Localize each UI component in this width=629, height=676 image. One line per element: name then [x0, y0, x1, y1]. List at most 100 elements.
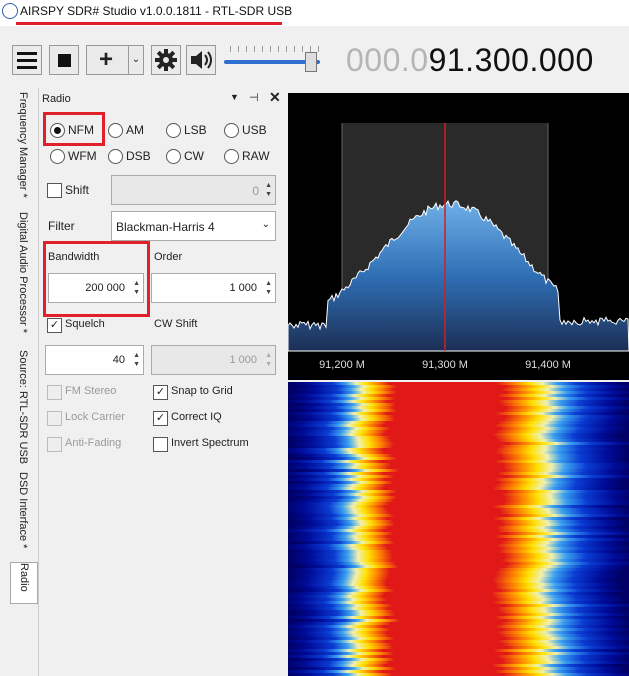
- waterfall-row: [291, 436, 620, 439]
- snap-to-grid-checkbox[interactable]: ✓: [153, 385, 168, 400]
- volume-tick: [262, 46, 263, 52]
- waterfall-row: [294, 418, 629, 421]
- waterfall-row: [291, 454, 628, 457]
- mode-dsb-label: DSB: [126, 149, 151, 163]
- waterfall-row: [294, 610, 625, 613]
- waterfall-display[interactable]: [288, 382, 629, 676]
- waterfall-row: [288, 511, 629, 514]
- waterfall-row: [289, 559, 629, 562]
- mode-cw-radio[interactable]: [166, 149, 181, 164]
- waterfall-row: [293, 613, 629, 616]
- stop-button[interactable]: [49, 45, 79, 75]
- waterfall-row: [288, 478, 625, 481]
- tab-dsd-interface[interactable]: DSD Interface *: [10, 472, 36, 556]
- order-input[interactable]: 1 000 ▲ ▼: [151, 273, 276, 303]
- mode-usb-label: USB: [242, 123, 267, 137]
- mode-am-radio[interactable]: [108, 123, 123, 138]
- waterfall-row: [297, 403, 626, 406]
- waterfall-row: [288, 640, 629, 643]
- invert-spectrum-label: Invert Spectrum: [171, 437, 249, 449]
- menu-button[interactable]: [12, 45, 42, 75]
- settings-button[interactable]: [151, 45, 181, 75]
- close-icon[interactable]: ✕: [269, 89, 281, 106]
- waterfall-row: [291, 550, 626, 553]
- gear-icon: [155, 49, 177, 71]
- waterfall-row: [288, 607, 626, 610]
- mode-lsb-label: LSB: [184, 123, 207, 137]
- tab-source-rtl-sdr[interactable]: Source: RTL-SDR USB: [10, 350, 36, 464]
- snap-to-grid-label: Snap to Grid: [171, 385, 233, 397]
- tab-digital-audio-processor[interactable]: Digital Audio Processor *: [10, 212, 36, 342]
- waterfall-row: [288, 430, 627, 433]
- squelch-checkbox[interactable]: ✓: [47, 318, 62, 333]
- audio-button[interactable]: [186, 45, 216, 75]
- mode-dsb-radio[interactable]: [108, 149, 123, 164]
- waterfall-row: [294, 481, 624, 484]
- waterfall-row: [289, 556, 629, 559]
- waterfall-row: [288, 532, 629, 535]
- waterfall-row: [294, 523, 629, 526]
- correct-iq-checkbox[interactable]: ✓: [153, 411, 168, 426]
- title-highlight: [16, 22, 282, 25]
- add-dropdown-button[interactable]: ⌄: [128, 45, 144, 75]
- waterfall-row: [288, 502, 629, 505]
- waterfall-row: [288, 649, 624, 652]
- window-title: AIRSPY SDR# Studio v1.0.0.1811 - RTL-SDR…: [20, 4, 293, 18]
- airspy-logo-icon: [2, 3, 18, 19]
- panel-menu-icon[interactable]: ▼: [230, 92, 239, 102]
- spectrum-analyzer[interactable]: 91,200 M 91,300 M 91,400 M: [288, 93, 629, 380]
- waterfall-row: [297, 667, 627, 670]
- waterfall-row: [289, 574, 622, 577]
- waterfall-row: [288, 529, 629, 532]
- mode-raw-radio[interactable]: [224, 149, 239, 164]
- filter-select[interactable]: Blackman-Harris 4 ⌄: [111, 211, 276, 241]
- waterfall-row: [288, 472, 629, 475]
- axis-label-91300: 91,300 M: [422, 359, 468, 371]
- waterfall-row: [293, 388, 628, 391]
- waterfall-row: [288, 466, 629, 469]
- waterfall-row: [288, 670, 627, 673]
- waterfall-row: [288, 517, 619, 520]
- mode-usb-radio[interactable]: [224, 123, 239, 138]
- pin-icon[interactable]: ⊣: [249, 91, 259, 104]
- waterfall-row: [293, 520, 627, 523]
- volume-tick: [230, 46, 231, 52]
- add-button[interactable]: +: [86, 45, 132, 75]
- invert-spectrum-checkbox[interactable]: [153, 437, 168, 452]
- waterfall-row: [300, 565, 629, 568]
- waterfall-row: [288, 652, 629, 655]
- nfm-highlight: [43, 112, 105, 146]
- fm-stereo-checkbox: [47, 385, 62, 400]
- waterfall-row: [288, 601, 623, 604]
- waterfall-row: [288, 583, 624, 586]
- mode-lsb-radio[interactable]: [166, 123, 181, 138]
- mode-wfm-label: WFM: [68, 149, 97, 163]
- chevron-down-icon: ⌄: [261, 219, 270, 230]
- mode-wfm-radio[interactable]: [50, 149, 65, 164]
- waterfall-row: [288, 625, 627, 628]
- waterfall-row: [288, 655, 629, 658]
- cw-shift-label: CW Shift: [154, 318, 198, 330]
- volume-tick: [246, 46, 247, 52]
- volume-tick: [310, 46, 311, 52]
- waterfall-row: [288, 598, 625, 601]
- volume-tick: [270, 46, 271, 52]
- anti-fading-label: Anti-Fading: [65, 437, 122, 449]
- waterfall-row: [298, 457, 627, 460]
- volume-thumb[interactable]: [305, 52, 317, 72]
- waterfall-row: [288, 646, 629, 649]
- frequency-display[interactable]: 000.091.300.000: [346, 42, 594, 79]
- tab-frequency-manager[interactable]: Frequency Manager *: [10, 92, 36, 202]
- volume-tick: [318, 46, 319, 52]
- waterfall-row: [288, 535, 622, 538]
- waterfall-row: [288, 538, 629, 541]
- waterfall-row: [288, 433, 621, 436]
- waterfall-row: [296, 496, 629, 499]
- waterfall-row: [295, 391, 629, 394]
- squelch-input[interactable]: 40 ▲ ▼: [45, 345, 144, 375]
- shift-checkbox[interactable]: [47, 183, 62, 198]
- waterfall-row: [289, 514, 629, 517]
- cw-shift-input: 1 000 ▲ ▼: [151, 345, 276, 375]
- tab-radio[interactable]: Radio: [10, 562, 38, 604]
- waterfall-row: [288, 505, 620, 508]
